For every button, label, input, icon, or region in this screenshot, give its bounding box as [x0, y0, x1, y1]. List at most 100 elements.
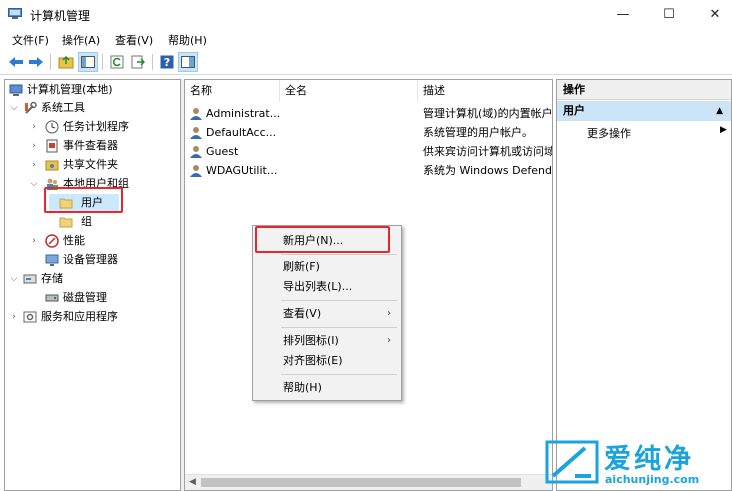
tree-item-disk-management[interactable]: 磁盘管理 [7, 289, 177, 307]
user-description: 管理计算机(域)的内置帐户 [423, 107, 552, 120]
show-tree-icon[interactable] [78, 52, 98, 72]
forward-icon[interactable] [26, 52, 46, 72]
user-icon [190, 127, 202, 139]
watermark-logo-icon [545, 440, 599, 484]
tree-item-storage[interactable]: ⌵ 存储 [7, 270, 177, 288]
tree-label: 计算机管理(本地) [27, 83, 113, 96]
console-tree: 计算机管理(本地) ⌵ 系统工具 › 任务计划程序 › 事件查看器 › 共享文件… [4, 79, 180, 491]
highlight-users-box [44, 187, 123, 213]
menu-item-arrange-icons[interactable]: 排列图标(I) › [253, 331, 401, 351]
menu-item-help[interactable]: 帮助(H) [253, 378, 401, 398]
actions-section-users[interactable]: 用户 ▲ [557, 101, 731, 121]
tree-item-groups[interactable]: 组 [49, 213, 119, 231]
column-header-full-name[interactable]: 全名 [280, 80, 418, 102]
menu-file[interactable]: 文件(F) [12, 32, 49, 48]
tree-item-services-apps[interactable]: › 服务和应用程序 [7, 308, 177, 326]
tree-label: 设备管理器 [63, 253, 118, 266]
chevron-down-icon[interactable]: ⌵ [9, 270, 19, 288]
menu-item-view[interactable]: 查看(V) › [253, 304, 401, 324]
scroll-left-icon[interactable]: ◀ [189, 477, 196, 487]
title-bar: 计算机管理 — ☐ ✕ [0, 0, 732, 30]
chevron-right-icon[interactable]: › [29, 118, 39, 136]
submenu-arrow-icon: › [387, 335, 391, 346]
watermark-url: aichunjing.com [605, 473, 700, 486]
user-name: DefaultAcc... [206, 126, 277, 139]
disk-icon [45, 294, 59, 302]
collapse-up-icon[interactable]: ▲ [716, 101, 723, 121]
menu-separator [281, 300, 397, 301]
menu-bar: 文件(F) 操作(A) 查看(V) 帮助(H) [0, 30, 732, 49]
svg-text:?: ? [164, 56, 170, 69]
chevron-right-icon[interactable]: ▶ [720, 125, 727, 135]
menu-item-refresh[interactable]: 刷新(F) [253, 257, 401, 277]
menu-help[interactable]: 帮助(H) [168, 32, 207, 48]
user-description: 供来宾访问计算机或访问域 [423, 145, 552, 158]
tree-label: 任务计划程序 [63, 120, 129, 133]
export-icon[interactable] [128, 52, 148, 72]
scrollbar-thumb[interactable] [201, 478, 521, 487]
shared-folder-icon [45, 160, 59, 171]
chevron-right-icon[interactable]: › [29, 156, 39, 174]
menu-separator [281, 374, 397, 375]
chevron-right-icon[interactable]: › [29, 232, 39, 250]
menu-item-label: 查看(V) [283, 307, 322, 320]
user-icon [190, 108, 202, 120]
menu-item-line-up-icons[interactable]: 对齐图标(E) [253, 351, 401, 371]
tree-item-event-viewer[interactable]: › 事件查看器 [7, 137, 177, 155]
user-description: 系统为 Windows Defend [423, 164, 552, 177]
actions-header: 操作 [557, 80, 731, 100]
computer-management-icon [9, 84, 23, 96]
tools-icon [25, 101, 37, 114]
menu-item-export-list[interactable]: 导出列表(L)... [253, 277, 401, 297]
back-icon[interactable] [6, 52, 26, 72]
properties-icon[interactable] [178, 52, 198, 72]
user-icon [190, 165, 202, 177]
menu-view[interactable]: 查看(V) [115, 32, 153, 48]
chevron-down-icon[interactable]: ⌵ [29, 175, 39, 193]
window-title: 计算机管理 [30, 9, 91, 23]
close-button[interactable]: ✕ [692, 0, 732, 30]
user-name: WDAGUtilit... [206, 164, 278, 177]
performance-icon [45, 234, 59, 248]
event-log-icon [46, 139, 58, 153]
column-header-name[interactable]: 名称 [185, 80, 280, 102]
list-item[interactable]: Administrat... 管理计算机(域)的内置帐户 [185, 104, 552, 123]
list-item[interactable]: Guest 供来宾访问计算机或访问域 [185, 142, 552, 161]
tree-item-root[interactable]: 计算机管理(本地) [7, 81, 177, 99]
refresh-icon[interactable] [107, 52, 127, 72]
menu-separator [281, 254, 397, 255]
tree-item-shared-folders[interactable]: › 共享文件夹 [7, 156, 177, 174]
highlight-new-user-box [255, 226, 390, 253]
watermark: 爱纯净 aichunjing.com [540, 437, 732, 491]
minimize-button[interactable]: — [600, 0, 646, 30]
tree-item-system-tools[interactable]: ⌵ 系统工具 [7, 99, 177, 117]
toolbar-separator [102, 54, 103, 70]
tree-item-task-scheduler[interactable]: › 任务计划程序 [7, 118, 177, 136]
chevron-right-icon[interactable]: › [9, 308, 19, 326]
tree-item-performance[interactable]: › 性能 [7, 232, 177, 250]
user-description: 系统管理的用户帐户。 [423, 126, 533, 139]
menu-item-label: 排列图标(I) [283, 334, 339, 347]
more-actions-link[interactable]: 更多操作 [587, 125, 631, 141]
chevron-down-icon[interactable]: ⌵ [9, 99, 19, 117]
actions-section-label: 用户 [563, 104, 585, 117]
column-header-description[interactable]: 描述 [418, 80, 552, 102]
toolbar-separator [152, 54, 153, 70]
tree-item-device-manager[interactable]: 设备管理器 [7, 251, 177, 269]
storage-icon [23, 274, 37, 284]
menu-separator [281, 327, 397, 328]
computer-management-icon [8, 8, 22, 19]
user-icon [190, 146, 202, 158]
chevron-right-icon[interactable]: › [29, 137, 39, 155]
list-item[interactable]: DefaultAcc... 系统管理的用户帐户。 [185, 123, 552, 142]
toolbar: ? [0, 49, 732, 75]
watermark-title: 爱纯净 [604, 444, 694, 475]
tree-label: 服务和应用程序 [41, 310, 118, 323]
submenu-arrow-icon: › [387, 308, 391, 319]
list-item[interactable]: WDAGUtilit... 系统为 Windows Defend [185, 161, 552, 180]
maximize-button[interactable]: ☐ [646, 0, 692, 30]
horizontal-scrollbar[interactable]: ◀ [185, 474, 552, 490]
up-folder-icon[interactable] [56, 52, 76, 72]
menu-action[interactable]: 操作(A) [62, 32, 100, 48]
help-icon[interactable]: ? [157, 52, 177, 72]
